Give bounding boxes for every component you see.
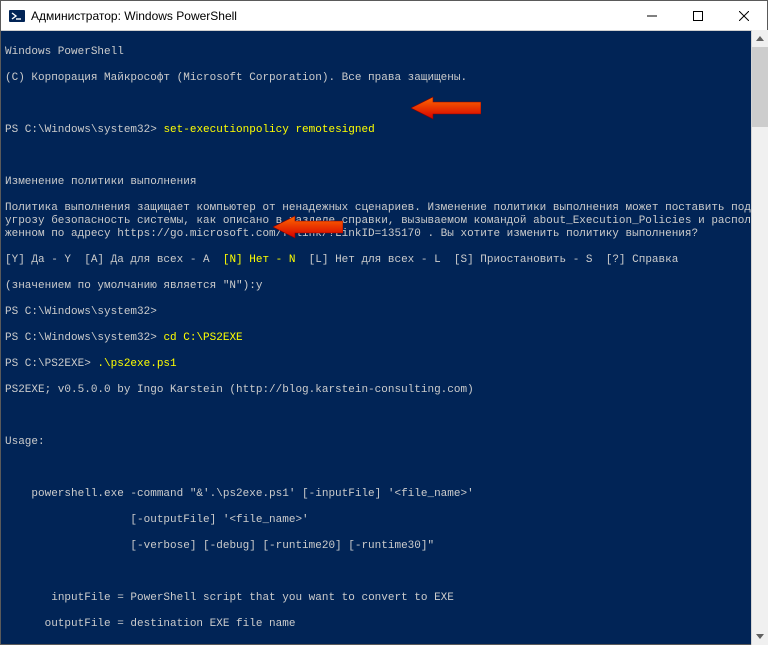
output-line bbox=[5, 566, 763, 579]
close-button[interactable] bbox=[721, 1, 767, 30]
terminal-area[interactable]: Windows PowerShell (C) Корпорация Майкро… bbox=[1, 31, 767, 644]
powershell-window: Администратор: Windows PowerShell Window… bbox=[0, 0, 768, 645]
output-line: (C) Корпорация Майкрософт (Microsoft Cor… bbox=[5, 72, 763, 85]
vertical-scrollbar[interactable] bbox=[751, 30, 768, 645]
output-line: inputFile = PowerShell script that you w… bbox=[5, 592, 763, 605]
output-line bbox=[5, 150, 763, 163]
option-text: [Y] Да - Y [A] Да для всех - A bbox=[5, 254, 223, 266]
command-text: set-executionpolicy remotesigned bbox=[163, 124, 374, 136]
prompt: PS C:\Windows\system32> bbox=[5, 124, 163, 136]
scroll-down-button[interactable] bbox=[752, 628, 768, 645]
window-title: Администратор: Windows PowerShell bbox=[31, 9, 629, 23]
output-line: outputFile = destination EXE file name bbox=[5, 618, 763, 631]
prompt-line: PS C:\Windows\system32> bbox=[5, 306, 763, 319]
output-line: Политика выполнения защищает компьютер о… bbox=[5, 202, 763, 241]
command-text: .\ps2exe.ps1 bbox=[97, 358, 176, 370]
maximize-button[interactable] bbox=[675, 1, 721, 30]
minimize-button[interactable] bbox=[629, 1, 675, 30]
prompt-line: PS C:\PS2EXE> .\ps2exe.ps1 bbox=[5, 358, 763, 371]
output-line bbox=[5, 98, 763, 111]
prompt-line: PS C:\Windows\system32> cd C:\PS2EXE bbox=[5, 332, 763, 345]
command-text: cd C:\PS2EXE bbox=[163, 332, 242, 344]
output-line: Изменение политики выполнения bbox=[5, 176, 763, 189]
output-line bbox=[5, 462, 763, 475]
titlebar[interactable]: Администратор: Windows PowerShell bbox=[1, 1, 767, 31]
output-line: [-verbose] [-debug] [-runtime20] [-runti… bbox=[5, 540, 763, 553]
prompt: PS C:\Windows\system32> bbox=[5, 332, 163, 344]
output-line bbox=[5, 410, 763, 423]
prompt-line: PS C:\Windows\system32> set-executionpol… bbox=[5, 124, 763, 137]
scroll-up-button[interactable] bbox=[752, 30, 768, 47]
output-line: powershell.exe -command "&'.\ps2exe.ps1'… bbox=[5, 488, 763, 501]
output-line: [-outputFile] '<file_name>' bbox=[5, 514, 763, 527]
output-line: Usage: bbox=[5, 436, 763, 449]
prompt: PS C:\PS2EXE> bbox=[5, 358, 97, 370]
window-controls bbox=[629, 1, 767, 30]
output-line: (значением по умолчанию является "N"):y bbox=[5, 280, 763, 293]
option-text: [L] Нет для всех - L [S] Приостановить -… bbox=[295, 254, 678, 266]
scroll-thumb[interactable] bbox=[752, 47, 768, 127]
powershell-icon bbox=[9, 8, 25, 24]
output-line: Windows PowerShell bbox=[5, 46, 763, 59]
output-line: [Y] Да - Y [A] Да для всех - A [N] Нет -… bbox=[5, 254, 763, 267]
option-default: [N] Нет - N bbox=[223, 254, 296, 266]
output-line: PS2EXE; v0.5.0.0 by Ingo Karstein (http:… bbox=[5, 384, 763, 397]
scroll-track[interactable] bbox=[752, 47, 768, 628]
